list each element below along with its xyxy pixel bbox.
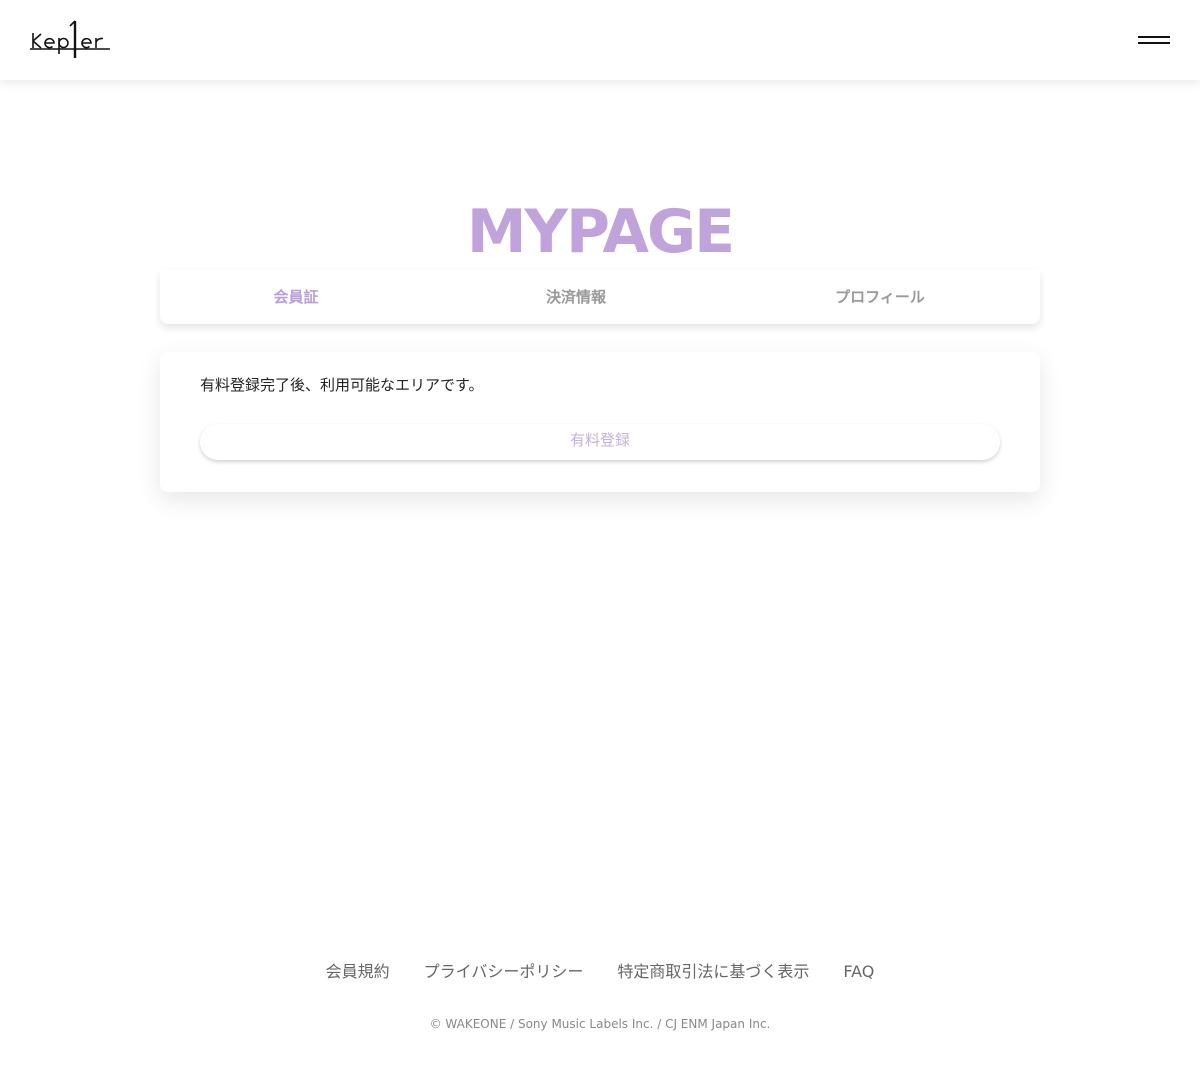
footer-link-privacy-policy[interactable]: プライバシーポリシー: [424, 960, 584, 984]
paid-area-message: 有料登録完了後、利用可能なエリアです。: [200, 376, 484, 394]
menu-bar-bottom: [1138, 42, 1170, 44]
site-header: [0, 0, 1200, 80]
footer-links: 会員規約 プライバシーポリシー 特定商取引法に基づく表示 FAQ: [0, 960, 1200, 984]
mypage-tabs: 会員証 決済情報 プロフィール: [160, 270, 1040, 324]
page-title: MYPAGE: [466, 197, 735, 268]
tab-membership-card[interactable]: 会員証: [160, 270, 432, 324]
menu-bar-top: [1138, 36, 1170, 38]
kep1er-logo-image: [30, 20, 110, 58]
hamburger-menu-icon[interactable]: [1134, 30, 1174, 50]
tab-payment-info[interactable]: 決済情報: [432, 270, 720, 324]
site-logo[interactable]: [30, 20, 112, 60]
membership-card-panel: 有料登録完了後、利用可能なエリアです。 有料登録: [160, 352, 1040, 492]
paid-registration-button[interactable]: 有料登録: [200, 424, 1000, 460]
copyright-text: © WAKEONE / Sony Music Labels Inc. / CJ …: [429, 1017, 771, 1031]
footer-link-commercial-law[interactable]: 特定商取引法に基づく表示: [617, 960, 809, 984]
footer-link-faq[interactable]: FAQ: [843, 960, 874, 984]
footer-link-terms[interactable]: 会員規約: [326, 960, 390, 984]
tab-profile[interactable]: プロフィール: [720, 270, 1040, 324]
